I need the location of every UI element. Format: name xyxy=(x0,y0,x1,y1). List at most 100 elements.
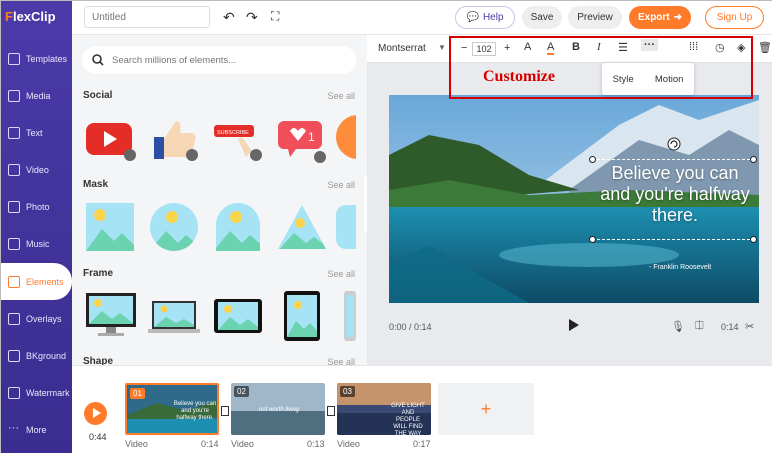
help-button[interactable]: 💬 Help xyxy=(455,6,515,29)
youtube-sticker[interactable] xyxy=(84,113,136,165)
transition-icon[interactable] xyxy=(221,406,229,416)
frame-tablet[interactable] xyxy=(212,291,264,343)
nav-item-bkground[interactable]: BKground xyxy=(1,337,72,374)
watermark-icon xyxy=(8,386,20,399)
preview-button[interactable]: Preview xyxy=(568,6,622,29)
microphone-icon[interactable]: 🎙 xyxy=(671,320,685,333)
mask-circle[interactable] xyxy=(148,201,200,253)
quote-author[interactable]: - Franklin Roosevelt xyxy=(649,264,711,271)
fullscreen-icon[interactable]: ⛶ xyxy=(271,9,279,24)
see-all-shape[interactable]: See all xyxy=(327,357,355,365)
frame-partial[interactable] xyxy=(342,291,356,343)
mask-partial[interactable] xyxy=(334,201,356,253)
more-icon: ··· xyxy=(8,421,19,434)
overlays-icon xyxy=(8,312,20,325)
chat-icon: 💬 xyxy=(466,12,479,23)
style-menu-item[interactable]: Style xyxy=(613,74,634,85)
nav-item-overlays[interactable]: Overlays xyxy=(1,300,72,337)
nav-item-elements[interactable]: Elements xyxy=(1,263,72,300)
timeline-clip[interactable]: 02 not worth living xyxy=(231,383,325,435)
font-selector[interactable]: Montserrat xyxy=(378,43,426,54)
frame-monitor[interactable] xyxy=(84,291,140,343)
timeline-clip[interactable]: 01 Believe you can and you're halfway th… xyxy=(125,383,219,435)
media-icon xyxy=(8,89,20,102)
export-button[interactable]: Export ➜ xyxy=(629,6,691,29)
nav-label: Music xyxy=(26,238,50,249)
section-title-mask: Mask xyxy=(83,179,109,190)
nav-label: Overlays xyxy=(26,313,62,324)
thumbs-up-sticker[interactable] xyxy=(148,113,200,165)
timeline-clip[interactable]: 03 GIVE LIGHT AND PEOPLE WILL FIND THE W… xyxy=(337,383,431,435)
signup-button[interactable]: Sign Up xyxy=(705,6,764,29)
music-icon xyxy=(8,237,20,250)
clip-duration: 0:14 xyxy=(201,439,219,449)
project-title-input[interactable] xyxy=(84,6,210,28)
clip-duration: 0:14 xyxy=(721,322,739,332)
elements-panel: Social See all SUBSCRIBE 1 Mask See all … xyxy=(72,35,367,365)
undo-icon[interactable]: ↶ xyxy=(223,9,235,26)
section-title-social: Social xyxy=(83,90,113,101)
scissors-icon[interactable]: ✂ xyxy=(745,320,754,333)
nav-item-text[interactable]: Text xyxy=(1,114,72,151)
resize-handle[interactable] xyxy=(589,236,596,243)
timeline-play-button[interactable] xyxy=(84,402,107,425)
split-icon[interactable]: ⎅ xyxy=(695,320,704,333)
nav-item-watermark[interactable]: Watermark xyxy=(1,374,72,411)
motion-menu-item[interactable]: Motion xyxy=(655,74,684,85)
frame-phone[interactable] xyxy=(276,291,328,343)
nav-label: Video xyxy=(26,164,49,175)
clip-label: Video xyxy=(125,439,148,449)
nav-label: BKground xyxy=(26,350,67,361)
nav-item-music[interactable]: Music xyxy=(1,225,72,262)
search-bar[interactable] xyxy=(82,46,356,74)
see-all-frame[interactable]: See all xyxy=(327,269,355,279)
mask-arch[interactable] xyxy=(212,201,264,253)
resize-handle[interactable] xyxy=(589,156,596,163)
nav-item-media[interactable]: Media xyxy=(1,77,72,114)
mask-triangle[interactable] xyxy=(276,201,328,253)
nav-item-video[interactable]: Video xyxy=(1,151,72,188)
search-icon xyxy=(92,54,104,66)
photo-icon xyxy=(8,200,20,213)
quote-text[interactable]: Believe you can and you're halfway there… xyxy=(596,163,754,226)
nav-label: Photo xyxy=(26,201,50,212)
clip-number: 03 xyxy=(340,386,355,397)
clip-duration: 0:13 xyxy=(307,439,325,449)
save-button[interactable]: Save xyxy=(522,6,562,29)
like-counter-sticker[interactable]: 1 xyxy=(276,113,328,165)
video-icon xyxy=(8,163,20,176)
resize-handle[interactable] xyxy=(750,156,757,163)
top-bar: ↶ ↷ ⛶ 💬Help Save Preview Export➜ Sign Up xyxy=(72,1,772,35)
text-icon xyxy=(8,126,20,139)
canvas-play-button[interactable] xyxy=(569,319,579,331)
redo-icon[interactable]: ↷ xyxy=(246,9,258,26)
mask-square[interactable] xyxy=(84,201,138,253)
section-title-shape: Shape xyxy=(83,356,114,365)
chevron-down-icon[interactable]: ▼ xyxy=(438,43,446,52)
section-title-frame: Frame xyxy=(83,268,114,279)
nav-item-more[interactable]: ··· More xyxy=(1,411,72,448)
see-all-social[interactable]: See all xyxy=(327,91,355,101)
subscribe-sticker[interactable]: SUBSCRIBE xyxy=(212,113,264,165)
clip-number: 02 xyxy=(234,386,249,397)
clip-overlay-text: Believe you can and you're halfway there… xyxy=(173,401,217,421)
rotate-icon[interactable] xyxy=(667,137,681,151)
left-nav: FlexClip Templates Media Text Video Phot… xyxy=(1,1,72,453)
clip-overlay-text: GIVE LIGHT AND PEOPLE WILL FIND THE WAY xyxy=(391,403,425,435)
see-all-mask[interactable]: See all xyxy=(327,180,355,190)
nav-label: Templates xyxy=(26,53,68,64)
nav-item-templates[interactable]: Templates xyxy=(1,40,72,77)
social-sticker-partial[interactable] xyxy=(334,113,356,165)
add-clip-button[interactable]: + xyxy=(438,383,534,435)
flexclip-logo[interactable]: FlexClip xyxy=(5,9,56,24)
clip-overlay-text: not worth living xyxy=(258,407,300,413)
transition-icon[interactable] xyxy=(327,406,335,416)
playback-bar: 0:00 / 0:14 🎙 ⎅ 0:14 ✂ xyxy=(389,318,759,336)
nav-item-photo[interactable]: Photo xyxy=(1,188,72,225)
delete-icon[interactable]: 🗑 xyxy=(758,41,772,54)
elements-icon xyxy=(8,275,20,288)
search-input[interactable] xyxy=(112,54,332,66)
clip-number: 01 xyxy=(130,388,145,399)
frame-laptop[interactable] xyxy=(148,291,206,343)
resize-handle[interactable] xyxy=(750,236,757,243)
